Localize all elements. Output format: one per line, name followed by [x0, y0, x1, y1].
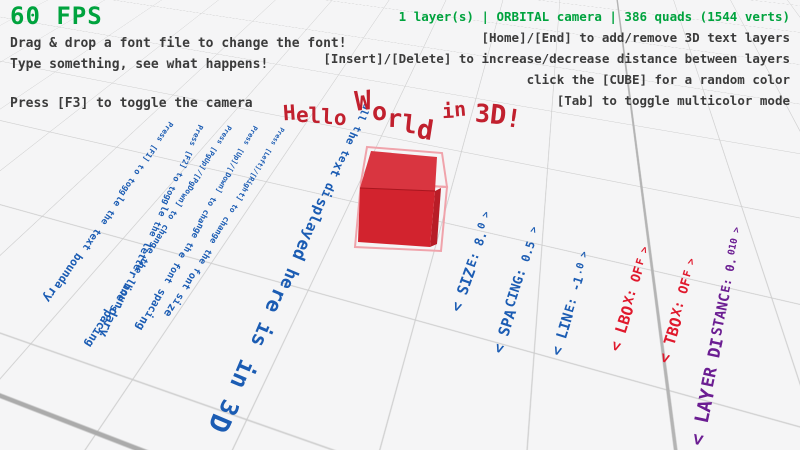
hint-cube-color: click the [CUBE] for a random color	[323, 69, 790, 90]
hint-multicolor: [Tab] to toggle multicolor mode	[323, 90, 790, 111]
hint-camera-toggle: Press [F3] to toggle the camera	[10, 93, 347, 114]
hint-layers: [Home]/[End] to add/remove 3D text layer…	[323, 27, 790, 48]
hud-left: 60 FPS Drag & drop a font file to change…	[10, 6, 347, 114]
cube-face-top	[360, 151, 437, 191]
app-window: { "hud": { "fps": "60 FPS", "left_lines"…	[0, 0, 800, 450]
cube[interactable]	[330, 135, 470, 265]
fps-counter: 60 FPS	[10, 6, 347, 27]
spacer	[10, 75, 347, 93]
status-line: 1 layer(s) | ORBITAL camera | 386 quads …	[323, 6, 790, 27]
hint-drag-drop: Drag & drop a font file to change the fo…	[10, 33, 347, 54]
hint-type: Type something, see what happens!	[10, 54, 347, 75]
cube-face-front	[358, 188, 435, 247]
hint-layer-distance: [Insert]/[Delete] to increase/decrease d…	[323, 48, 790, 69]
hud-right: 1 layer(s) | ORBITAL camera | 386 quads …	[323, 6, 790, 111]
